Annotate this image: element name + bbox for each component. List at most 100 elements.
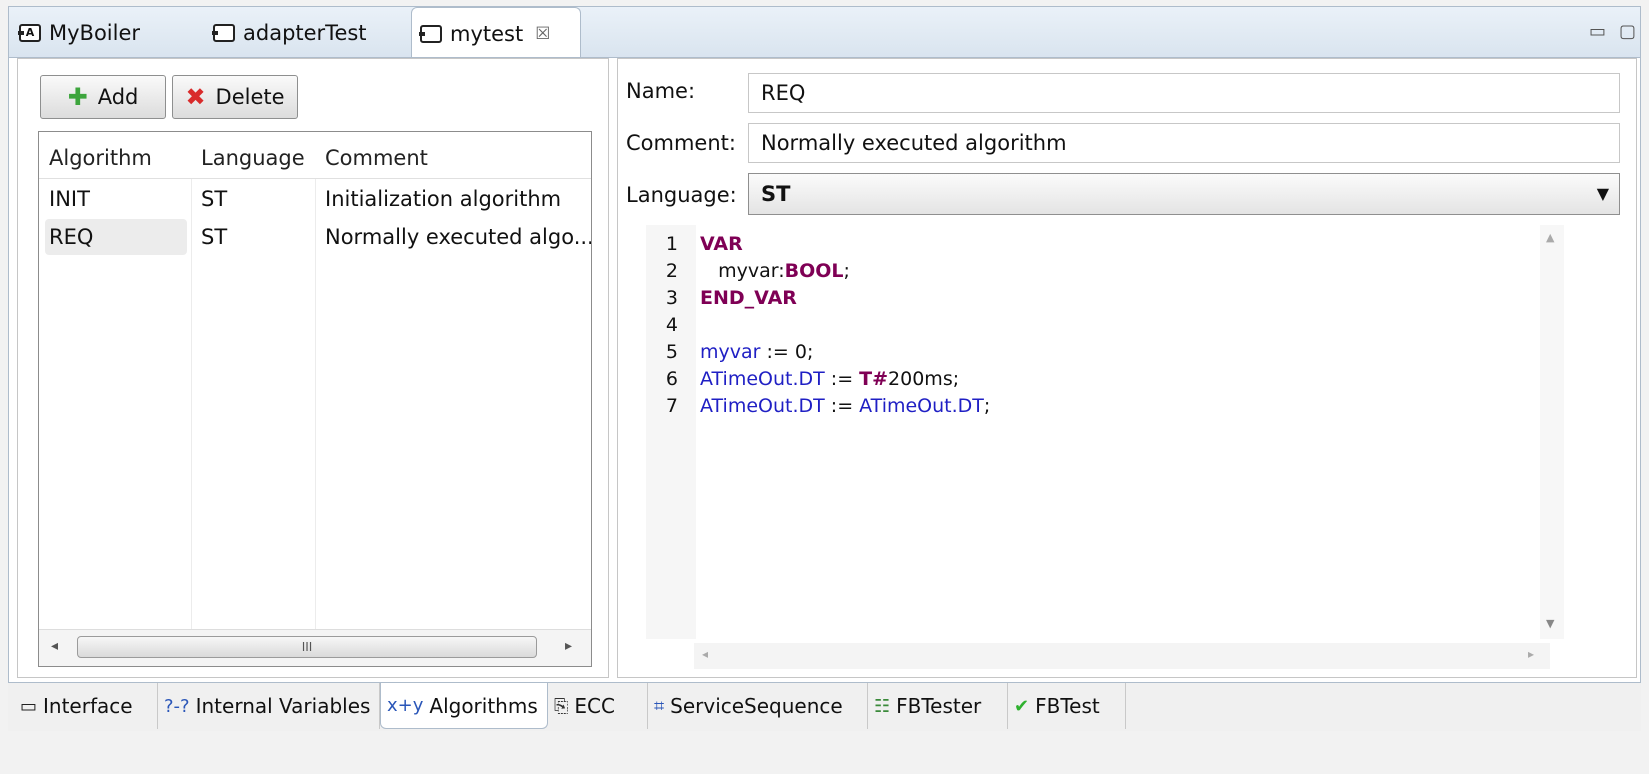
adapter-icon: A (18, 24, 41, 42)
tab-myboiler[interactable]: A MyBoiler (11, 7, 197, 59)
code-token: := (824, 395, 860, 417)
tab-algorithms[interactable]: x+y Algorithms (380, 683, 548, 729)
code-identifier: ATimeOut.DT (700, 368, 825, 390)
code-identifier: ATimeOut.DT (859, 395, 984, 417)
scroll-right-icon[interactable]: ▸ (565, 638, 572, 654)
tab-label: Interface (43, 694, 133, 718)
code-keyword: VAR (700, 233, 743, 255)
close-icon[interactable]: ☒ (535, 24, 550, 44)
vertical-scrollbar[interactable]: ▲ ▼ (1540, 225, 1564, 639)
tab-fbtester[interactable]: ☷ FBTester (868, 683, 1008, 729)
tab-label: MyBoiler (49, 21, 141, 45)
delete-button[interactable]: ✖ Delete (172, 75, 298, 119)
delete-button-label: Delete (215, 85, 285, 109)
chevron-down-icon[interactable]: ▼ (1597, 174, 1609, 214)
code-token: ; (843, 260, 850, 282)
tab-label: adapterTest (243, 21, 367, 45)
tab-label: Internal Variables (195, 694, 371, 718)
language-select-value: ST (761, 182, 791, 206)
scroll-thumb[interactable]: III (77, 636, 537, 658)
table-row-selected[interactable]: REQ ST Normally executed algo... (39, 218, 591, 256)
code-token: ; (983, 395, 991, 417)
cell-algorithm: REQ (49, 225, 94, 249)
code-token: := 0; (760, 341, 814, 363)
tab-label: ServiceSequence (670, 694, 843, 718)
service-sequence-icon: ⌗ (654, 695, 665, 717)
function-block-icon (212, 24, 235, 42)
editor-tab-bar: A MyBoiler adapterTest mytest ☒ ▭ ▢ (8, 6, 1641, 60)
code-token: := (824, 368, 860, 390)
cell-algorithm: INIT (49, 187, 90, 211)
cell-language: ST (201, 225, 228, 249)
tab-adaptertest[interactable]: adapterTest (205, 7, 411, 59)
line-number: 1 (665, 233, 678, 255)
language-select[interactable]: ST ▼ (748, 173, 1620, 215)
cell-language: ST (201, 187, 228, 211)
code-keyword: BOOL (784, 260, 844, 282)
table-row[interactable]: INIT ST Initialization algorithm (39, 180, 591, 218)
internal-variables-icon: ?-? (164, 695, 190, 717)
fbtester-icon: ☷ (874, 695, 891, 717)
line-number: 3 (665, 287, 678, 309)
language-label: Language: (626, 183, 737, 207)
scroll-left-icon[interactable]: ◂ (702, 647, 708, 661)
name-field[interactable]: REQ (748, 73, 1620, 113)
checkmark-icon: ✔ (1014, 695, 1030, 717)
comment-field[interactable]: Normally executed algorithm (748, 123, 1620, 163)
line-number: 5 (665, 341, 678, 363)
horizontal-scrollbar[interactable]: ◂ III ▸ (39, 629, 591, 666)
cell-comment: Initialization algorithm (325, 187, 562, 211)
code-text: VAR (700, 231, 743, 258)
code-token: 200ms; (888, 368, 960, 390)
code-keyword: END_VAR (700, 287, 797, 309)
code-identifier: myvar (700, 341, 761, 363)
scroll-up-icon[interactable]: ▲ (1546, 231, 1554, 244)
name-label: Name: (626, 79, 696, 103)
code-keyword: T# (859, 368, 889, 390)
code-identifier: ATimeOut.DT (700, 395, 825, 417)
line-number: 7 (665, 395, 678, 417)
tab-label: Algorithms (429, 693, 538, 718)
column-header-language[interactable]: Language (191, 132, 315, 178)
tab-servicesequence[interactable]: ⌗ ServiceSequence (648, 683, 868, 729)
algorithms-icon: x+y (387, 695, 424, 716)
tab-ecc[interactable]: ⎘ ECC (548, 683, 648, 729)
line-number: 6 (665, 368, 678, 390)
interface-icon: ▭ (20, 695, 38, 717)
tab-internal-variables[interactable]: ?-? Internal Variables (158, 683, 380, 729)
scroll-right-icon[interactable]: ▸ (1528, 647, 1534, 661)
minimize-icon[interactable]: ▭ (1589, 21, 1606, 42)
plus-icon: ✚ (67, 83, 88, 111)
tab-label: ECC (574, 694, 615, 718)
code-text: END_VAR (700, 285, 797, 312)
maximize-icon[interactable]: ▢ (1619, 21, 1636, 42)
cell-comment: Normally executed algo... (325, 225, 592, 249)
code-token: myvar: (700, 260, 785, 282)
column-header-algorithm[interactable]: Algorithm (39, 132, 191, 178)
algorithm-table: Algorithm Language Comment INIT ST Initi… (38, 131, 592, 667)
code-editor[interactable]: 1 VAR 2 myvar:BOOL; 3 END_VAR 4 5 myvar := 0; 6 A… (646, 225, 1538, 639)
scroll-down-icon[interactable]: ▼ (1546, 617, 1554, 630)
delete-icon: ✖ (185, 83, 206, 111)
code-text: ATimeOut.DT := ATimeOut.DT; (700, 393, 990, 420)
editor-horizontal-scrollbar[interactable]: ◂ ▸ (694, 643, 1550, 669)
add-button[interactable]: ✚ Add (40, 75, 166, 119)
column-header-comment[interactable]: Comment (315, 132, 591, 178)
function-block-icon (419, 25, 442, 43)
tab-mytest[interactable]: mytest ☒ (411, 7, 581, 60)
bottom-tab-bar: ▭ Interface ?-? Internal Variables x+y Algori… (8, 683, 1641, 731)
tab-label: FBTester (896, 694, 982, 718)
algorithm-details-pane: Name: REQ Comment: Normally executed alg… (617, 58, 1637, 678)
scroll-left-icon[interactable]: ◂ (51, 638, 58, 654)
tab-label: FBTest (1035, 694, 1100, 718)
ecc-icon: ⎘ (554, 695, 569, 717)
tab-interface[interactable]: ▭ Interface (14, 683, 158, 729)
code-text: ATimeOut.DT := T#200ms; (700, 366, 959, 393)
tab-label: mytest (450, 22, 524, 46)
line-number: 2 (665, 260, 678, 282)
comment-label: Comment: (626, 131, 736, 155)
code-text: myvar:BOOL; (700, 258, 850, 285)
table-header: Algorithm Language Comment (39, 132, 591, 179)
tab-fbtest[interactable]: ✔ FBTest (1008, 683, 1126, 729)
line-number: 4 (665, 314, 678, 336)
